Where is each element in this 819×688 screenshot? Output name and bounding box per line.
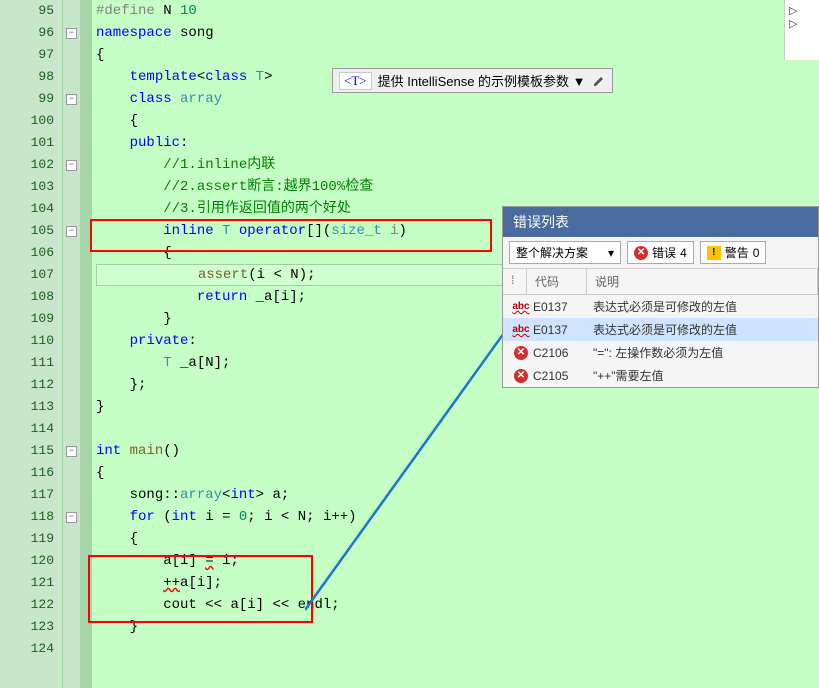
error-toolbar: 整个解决方案 ▾ ✕ 错误 4 ! 警告 0: [503, 237, 818, 269]
error-icon: ✕: [634, 246, 648, 260]
header-icon-col: ⁞: [503, 269, 527, 294]
code-line[interactable]: for (int i = 0; i < N; i++): [96, 506, 819, 528]
hint-text: 提供 IntelliSense 的示例模板参数 ▼: [378, 71, 586, 90]
code-line[interactable]: {: [96, 462, 819, 484]
hint-tag: <T>: [339, 72, 372, 90]
error-code: E0137: [533, 300, 593, 314]
fold-toggle[interactable]: −: [66, 226, 77, 237]
error-row[interactable]: abc E0137表达式必须是可修改的左值: [503, 318, 818, 341]
error-row[interactable]: ✕ C2105"++"需要左值: [503, 364, 818, 387]
code-line[interactable]: {: [96, 110, 819, 132]
error-code: C2105: [533, 369, 593, 383]
code-line[interactable]: }: [96, 396, 819, 418]
error-description: 表达式必须是可修改的左值: [593, 321, 812, 338]
intellisense-error-icon: abc: [512, 324, 529, 335]
error-list-header: ⁞ 代码 说明: [503, 269, 818, 295]
intellisense-error-icon: abc: [512, 301, 529, 312]
code-editor: 9596979899100101102103104105106107108109…: [0, 0, 819, 688]
warning-icon: !: [707, 246, 721, 260]
chevron-down-icon: ▾: [608, 246, 614, 260]
template-hint-popup[interactable]: <T> 提供 IntelliSense 的示例模板参数 ▼: [332, 68, 613, 93]
pencil-icon[interactable]: [592, 74, 606, 88]
compile-error-icon: ✕: [514, 346, 528, 360]
error-list-panel: 错误列表 整个解决方案 ▾ ✕ 错误 4 ! 警告 0 ⁞ 代码 说明 abc E…: [502, 206, 819, 388]
code-line[interactable]: namespace song: [96, 22, 819, 44]
code-line[interactable]: #define N 10: [96, 0, 819, 22]
error-row[interactable]: ✕ C2106"=": 左操作数必须为左值: [503, 341, 818, 364]
code-line[interactable]: //2.assert断言:越界100%检查: [96, 176, 819, 198]
fold-toggle[interactable]: −: [66, 512, 77, 523]
code-line[interactable]: //1.inline内联: [96, 154, 819, 176]
error-filter-button[interactable]: ✕ 错误 4: [627, 241, 694, 264]
error-code: E0137: [533, 323, 593, 337]
header-code[interactable]: 代码: [527, 269, 587, 294]
code-line[interactable]: cout << a[i] << endl;: [96, 594, 819, 616]
code-line[interactable]: [96, 638, 819, 660]
fold-toggle[interactable]: −: [66, 160, 77, 171]
error-row[interactable]: abc E0137表达式必须是可修改的左值: [503, 295, 818, 318]
toc-item[interactable]: ▷: [789, 17, 815, 30]
fold-toggle[interactable]: −: [66, 94, 77, 105]
error-rows: abc E0137表达式必须是可修改的左值 abc E0137表达式必须是可修改的左值…: [503, 295, 818, 387]
code-line[interactable]: {: [96, 44, 819, 66]
code-line[interactable]: int main(): [96, 440, 819, 462]
change-margin: [80, 0, 92, 688]
outline-sidebar: ▷ ▷: [784, 0, 819, 60]
code-line[interactable]: {: [96, 528, 819, 550]
fold-toggle[interactable]: −: [66, 446, 77, 457]
fold-gutter: − − − − − −: [62, 0, 80, 688]
code-line[interactable]: song::array<int> a;: [96, 484, 819, 506]
error-description: "=": 左操作数必须为左值: [593, 344, 812, 361]
code-line[interactable]: public:: [96, 132, 819, 154]
warning-filter-button[interactable]: ! 警告 0: [700, 241, 767, 264]
error-panel-title: 错误列表: [503, 207, 818, 237]
code-line[interactable]: ++a[i];: [96, 572, 819, 594]
error-description: 表达式必须是可修改的左值: [593, 298, 812, 315]
code-line[interactable]: }: [96, 616, 819, 638]
error-code: C2106: [533, 346, 593, 360]
code-line[interactable]: [96, 418, 819, 440]
error-description: "++"需要左值: [593, 367, 812, 384]
toc-item[interactable]: ▷: [789, 4, 815, 17]
code-line[interactable]: a[i] = i;: [96, 550, 819, 572]
header-desc[interactable]: 说明: [587, 269, 818, 294]
fold-toggle[interactable]: −: [66, 28, 77, 39]
compile-error-icon: ✕: [514, 369, 528, 383]
scope-combo[interactable]: 整个解决方案 ▾: [509, 241, 621, 264]
line-number-gutter: 9596979899100101102103104105106107108109…: [0, 0, 62, 688]
